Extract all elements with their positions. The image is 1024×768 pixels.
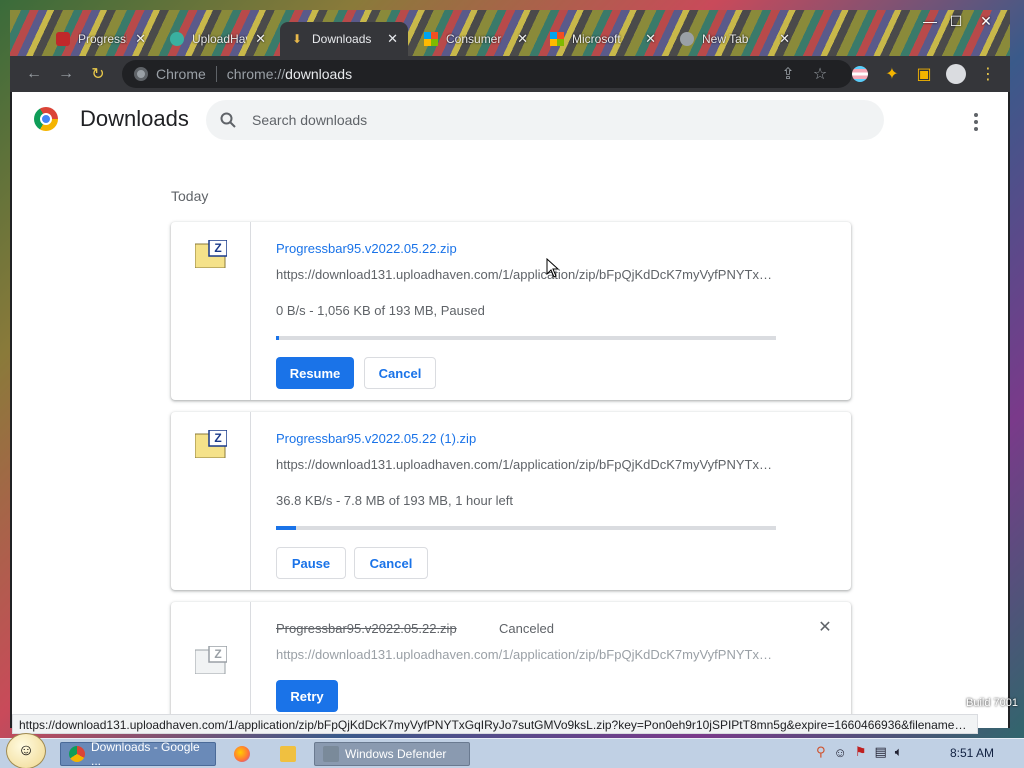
extensions-puzzle-icon[interactable]: ✦ bbox=[880, 62, 904, 86]
file-icon-column: Z bbox=[171, 602, 251, 728]
close-icon[interactable]: ✕ bbox=[779, 31, 790, 47]
extension-flag-icon[interactable] bbox=[848, 62, 872, 86]
search-icon bbox=[220, 112, 236, 128]
close-icon[interactable]: ✕ bbox=[645, 31, 656, 47]
downloads-page: Downloads Today Z Progressbar95.v2022.05… bbox=[12, 92, 1008, 728]
date-section-header: Today bbox=[171, 188, 209, 204]
taskbar-item-windows-defender[interactable]: Windows Defender bbox=[314, 742, 470, 766]
file-name-canceled: Progressbar95.v2022.05.22.zip bbox=[276, 621, 457, 636]
download-item: Z Progressbar95.v2022.05.22.zip Canceled… bbox=[171, 602, 851, 728]
svg-text:Z: Z bbox=[214, 647, 221, 661]
file-url-link[interactable]: https://download131.uploadhaven.com/1/ap… bbox=[276, 267, 776, 282]
download-progress-bar bbox=[276, 526, 776, 530]
chrome-logo-icon bbox=[34, 107, 58, 131]
close-icon[interactable]: ✕ bbox=[135, 31, 146, 47]
close-icon[interactable]: ✕ bbox=[255, 31, 266, 47]
system-tray: ⚲ ☺ ⚑ ▤ 🔈︎ bbox=[816, 744, 903, 760]
zip-file-icon: Z bbox=[195, 240, 227, 268]
canceled-label: Canceled bbox=[499, 621, 554, 636]
chrome-favicon-icon bbox=[680, 32, 694, 46]
tab-uploadhaven[interactable]: UploadHaven ✕ bbox=[160, 22, 276, 56]
browser-window: Progressbar ✕ UploadHaven ✕ ⬇ Downloads … bbox=[10, 10, 1010, 734]
smiley-tray-icon[interactable]: ☺ bbox=[834, 745, 847, 760]
taskbar-item-downloads[interactable]: Downloads - Google ... bbox=[60, 740, 216, 768]
network-icon[interactable]: ▤ bbox=[874, 744, 886, 760]
defender-icon bbox=[323, 746, 339, 762]
svg-text:Z: Z bbox=[214, 241, 221, 255]
close-window-button[interactable]: ✕ bbox=[972, 12, 1000, 30]
link-status-bar: https://download131.uploadhaven.com/1/ap… bbox=[12, 714, 978, 734]
volume-icon[interactable]: 🔈︎ bbox=[895, 744, 903, 760]
page-title: Downloads bbox=[80, 106, 189, 131]
download-item: Z Progressbar95.v2022.05.22.zip https://… bbox=[171, 222, 851, 400]
tab-new-tab[interactable]: New Tab ✕ bbox=[670, 22, 800, 56]
share-icon[interactable]: ⇪ bbox=[776, 62, 800, 86]
file-icon-column: Z bbox=[171, 412, 251, 590]
progress-fill bbox=[276, 336, 279, 340]
url-text: chrome://downloads bbox=[226, 66, 353, 82]
tab-consumer[interactable]: Consumer ✕ bbox=[414, 22, 538, 56]
zip-file-icon: Z bbox=[195, 646, 227, 674]
zip-file-icon: Z bbox=[195, 430, 227, 458]
address-bar[interactable]: Chrome chrome://downloads bbox=[122, 60, 852, 88]
folder-icon bbox=[280, 746, 296, 762]
smiley-icon: ☺ bbox=[17, 742, 35, 759]
search-input[interactable] bbox=[252, 112, 812, 128]
browser-toolbar: ← → ↻ Chrome chrome://downloads ⇪ ☆ ✦ ▣ … bbox=[10, 56, 1010, 92]
close-icon[interactable]: ✕ bbox=[387, 31, 398, 47]
file-url-link[interactable]: https://download131.uploadhaven.com/1/ap… bbox=[276, 457, 776, 472]
search-bar[interactable] bbox=[206, 100, 884, 140]
svg-text:Z: Z bbox=[214, 431, 221, 445]
desktop-build-text: Build 7001 bbox=[966, 697, 1018, 709]
taskbar-item-explorer[interactable] bbox=[272, 742, 304, 766]
remove-item-icon[interactable]: ✕ bbox=[817, 620, 833, 636]
forward-icon[interactable]: → bbox=[54, 62, 78, 86]
tab-strip: Progressbar ✕ UploadHaven ✕ ⬇ Downloads … bbox=[10, 10, 1010, 56]
chrome-icon bbox=[69, 746, 85, 762]
file-name-link[interactable]: Progressbar95.v2022.05.22 (1).zip bbox=[276, 431, 476, 446]
download-status: 0 B/s - 1,056 KB of 193 MB, Paused bbox=[276, 303, 485, 318]
more-actions-icon[interactable] bbox=[966, 110, 986, 134]
close-icon[interactable]: ✕ bbox=[517, 31, 528, 47]
back-icon[interactable]: ← bbox=[22, 62, 46, 86]
tab-progressbar[interactable]: Progressbar ✕ bbox=[46, 22, 156, 56]
cancel-button[interactable]: Cancel bbox=[354, 547, 428, 579]
browser-menu-icon[interactable]: ⋮ bbox=[976, 62, 1000, 86]
tab-downloads[interactable]: ⬇ Downloads ✕ bbox=[280, 22, 408, 56]
taskbar: ☺ Downloads - Google ... Windows Defende… bbox=[0, 733, 1024, 768]
minimize-button[interactable]: — bbox=[916, 12, 944, 30]
taskbar-item-firefox[interactable] bbox=[226, 742, 258, 766]
download-status: 36.8 KB/s - 7.8 MB of 193 MB, 1 hour lef… bbox=[276, 493, 514, 508]
file-url-link[interactable]: https://download131.uploadhaven.com/1/ap… bbox=[276, 647, 776, 662]
start-button[interactable]: ☺ bbox=[6, 733, 46, 768]
tab-microsoft[interactable]: Microsoft ✕ bbox=[540, 22, 666, 56]
uploadhaven-favicon-icon bbox=[170, 32, 184, 46]
maximize-button[interactable]: ☐ bbox=[942, 12, 970, 30]
profile-avatar-icon[interactable] bbox=[944, 62, 968, 86]
flag-alert-icon[interactable]: ⚑ bbox=[855, 744, 867, 760]
download-favicon-icon: ⬇ bbox=[291, 32, 303, 46]
bookmark-star-icon[interactable]: ☆ bbox=[808, 62, 832, 86]
resume-button[interactable]: Resume bbox=[276, 357, 354, 389]
side-panel-icon[interactable]: ▣ bbox=[912, 62, 936, 86]
microsoft-favicon-icon bbox=[550, 32, 564, 46]
download-item: Z Progressbar95.v2022.05.22 (1).zip http… bbox=[171, 412, 851, 590]
progressbar-favicon-icon bbox=[56, 32, 70, 46]
file-name-link[interactable]: Progressbar95.v2022.05.22.zip bbox=[276, 241, 457, 256]
chrome-chip: Chrome bbox=[134, 66, 217, 82]
cancel-button[interactable]: Cancel bbox=[364, 357, 436, 389]
file-icon-column: Z bbox=[171, 222, 251, 400]
downloads-header: Downloads bbox=[12, 92, 1008, 154]
firefox-icon bbox=[234, 746, 250, 762]
progress-fill bbox=[276, 526, 296, 530]
microsoft-favicon-icon bbox=[424, 32, 438, 46]
reload-icon[interactable]: ↻ bbox=[86, 62, 110, 86]
pause-button[interactable]: Pause bbox=[276, 547, 346, 579]
clock[interactable]: 8:51 AM bbox=[950, 746, 994, 760]
retry-button[interactable]: Retry bbox=[276, 680, 338, 712]
chrome-logo-icon bbox=[134, 67, 148, 81]
search-tray-icon[interactable]: ⚲ bbox=[816, 744, 826, 760]
download-progress-bar bbox=[276, 336, 776, 340]
